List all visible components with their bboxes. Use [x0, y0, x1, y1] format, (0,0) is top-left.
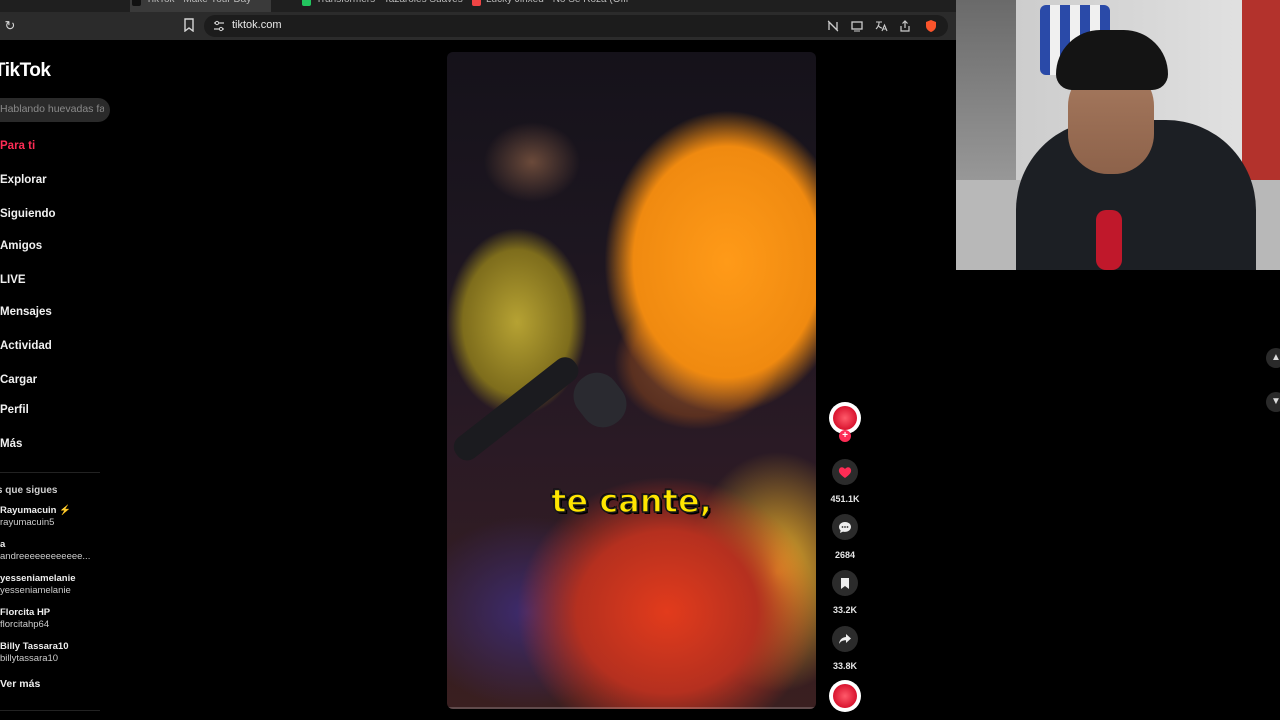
webcam-microphone [1096, 210, 1122, 270]
no-tracking-icon[interactable] [826, 19, 840, 33]
browser-tab[interactable]: TikTok - Make Your Day [130, 0, 272, 12]
tab-label: Transformers - Tazaroles Suaves [316, 0, 463, 5]
sidebar-item-mensajes[interactable]: Mensajes [0, 306, 52, 318]
follow-plus-icon[interactable]: + [839, 430, 851, 442]
search-placeholder: Hablando huevadas fa... [0, 103, 104, 115]
sidebar-divider [0, 472, 100, 473]
browser-toolbar: ↻ tiktok.com [0, 12, 956, 40]
webcam-overlay [956, 0, 1280, 270]
sidebar-item-live[interactable]: LIVE [0, 274, 26, 286]
sound-avatar[interactable] [829, 680, 861, 712]
share-count: 33.8K [832, 661, 858, 671]
account-name: Florcita HP [0, 607, 51, 618]
account-name: Rayumacuin ⚡ [0, 505, 71, 516]
video-caption: te cante, [550, 481, 712, 521]
following-account[interactable]: Rayumacuin ⚡ rayumacuin5 [0, 505, 71, 529]
brave-shield-icon[interactable] [924, 19, 938, 33]
reload-icon[interactable]: ↻ [2, 18, 18, 34]
webcam-person-hair [1056, 30, 1168, 90]
address-bar[interactable]: tiktok.com [204, 15, 948, 37]
tab-favicon [472, 0, 481, 6]
like-count: 451.1K [830, 494, 860, 504]
comment-icon [839, 522, 851, 533]
comment-button[interactable] [832, 514, 858, 540]
webcam-door [1242, 0, 1280, 180]
following-account[interactable]: yesseniamelanie yesseniamelanie [0, 573, 76, 597]
sidebar-item-más[interactable]: Más [0, 438, 22, 450]
account-name: a [0, 539, 6, 550]
account-handle: rayumacuin5 [0, 517, 55, 528]
tab-favicon [132, 0, 141, 6]
browser-tab[interactable]: Transformers - Tazaroles Suaves [300, 0, 463, 12]
account-handle: billytassara10 [0, 653, 59, 664]
chevron-down-icon: ▼ [1271, 396, 1280, 407]
video-player[interactable]: te cante, [447, 52, 816, 709]
account-name: Billy Tassara10 [0, 641, 69, 652]
heart-icon [838, 467, 852, 478]
sidebar-item-cargar[interactable]: Cargar [0, 374, 37, 386]
search-input[interactable]: Hablando huevadas fa... [0, 98, 110, 122]
following-title: Cuentas que sigues [0, 485, 58, 496]
sidebar-divider [0, 710, 100, 711]
microphone [448, 352, 584, 466]
tiktok-page: TikTok Hablando huevadas fa... Para ti Ex… [0, 40, 956, 720]
sidebar-item-actividad[interactable]: Actividad [0, 340, 52, 352]
save-button[interactable] [832, 570, 858, 596]
sidebar-item-para-ti[interactable]: Para ti [0, 140, 35, 152]
share-button[interactable] [832, 626, 858, 652]
tab-strip: TikTok - Make Your Day Transformers - Taz… [0, 0, 956, 12]
site-settings-icon[interactable] [212, 19, 226, 33]
sidebar-item-siguiendo[interactable]: Siguiendo [0, 208, 56, 220]
share-icon[interactable] [898, 19, 912, 33]
sidebar-item-amigos[interactable]: Amigos [0, 240, 42, 252]
cast-icon[interactable] [850, 19, 864, 33]
webcam-shelf [956, 0, 1016, 190]
next-video-button[interactable]: ▼ [1266, 392, 1280, 412]
account-handle: andreeeeeeeeeeee... [0, 551, 91, 562]
tab-favicon [302, 0, 311, 6]
tab-label: Lucky Jinxed - No Se Roza (Offi [486, 0, 628, 5]
following-account[interactable]: Billy Tassara10 billytassara10 [0, 641, 68, 665]
translate-icon[interactable] [874, 19, 888, 33]
url-text: tiktok.com [232, 19, 282, 31]
like-button[interactable] [832, 459, 858, 485]
account-handle: yesseniamelanie [0, 585, 71, 596]
account-handle: florcitahp64 [0, 619, 50, 630]
comment-count: 2684 [834, 550, 856, 560]
chevron-up-icon: ▲ [1271, 352, 1280, 363]
sidebar-item-perfil[interactable]: Perfil [0, 404, 29, 416]
browser-tab[interactable]: Lucky Jinxed - No Se Roza (Offi [470, 0, 628, 12]
tab-label: TikTok - Make Your Day [146, 0, 251, 5]
tiktok-logo[interactable]: TikTok [0, 60, 51, 82]
following-account[interactable]: a andreeeeeeeeeeee... [0, 539, 90, 563]
following-account[interactable]: Florcita HP florcitahp64 [0, 607, 50, 631]
previous-video-button[interactable]: ▲ [1266, 348, 1280, 368]
bookmark-icon[interactable] [181, 18, 197, 34]
save-count: 33.2K [832, 605, 858, 615]
account-name: yesseniamelanie [0, 573, 76, 584]
bookmark-icon [841, 578, 849, 589]
share-arrow-icon [839, 634, 851, 644]
sidebar-item-explorar[interactable]: Explorar [0, 174, 47, 186]
video-progress-bar[interactable] [447, 707, 816, 709]
see-more-link[interactable]: Ver más [0, 678, 40, 690]
